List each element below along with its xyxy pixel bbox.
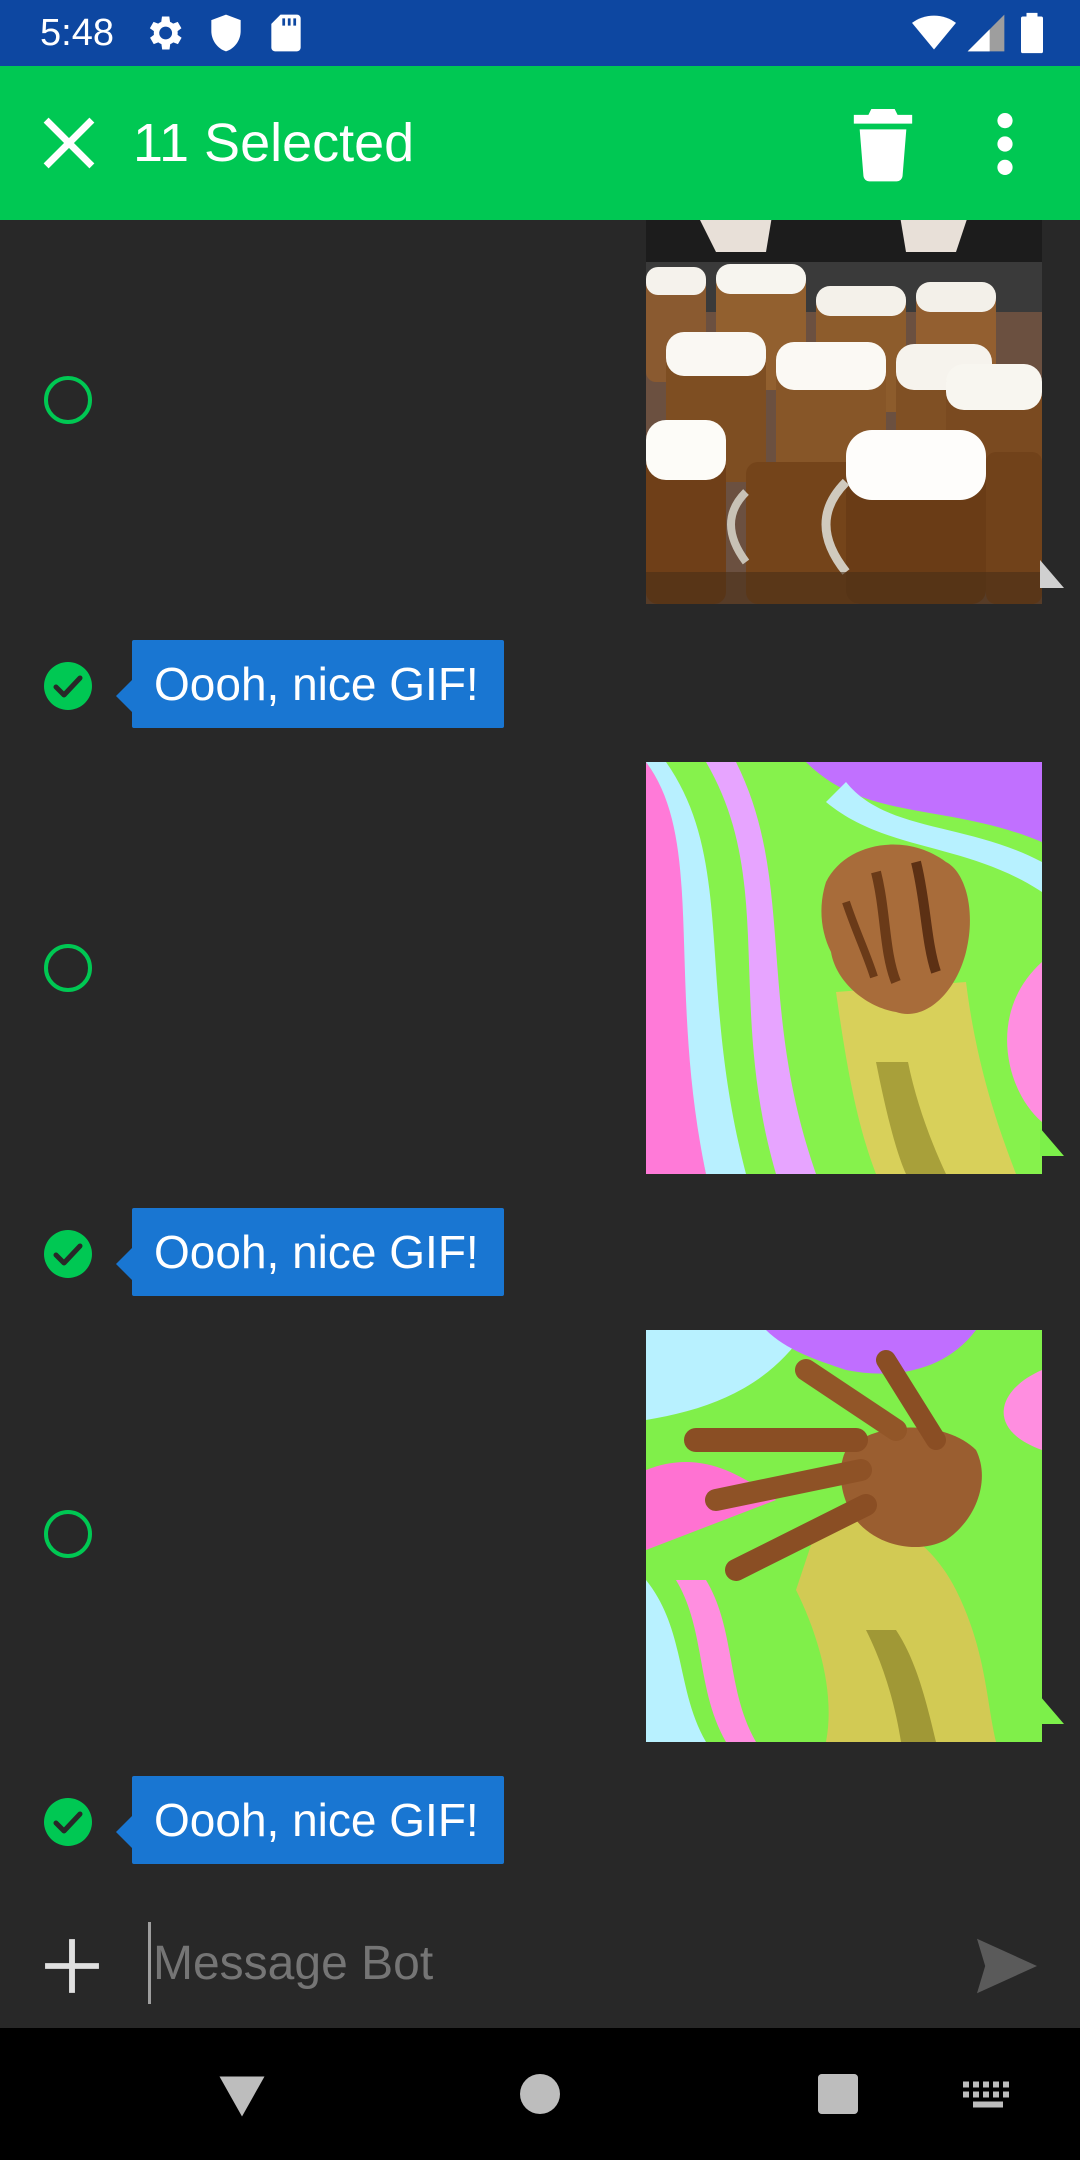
unselected-circle-icon[interactable] <box>42 374 94 426</box>
selected-count-title: 11 Selected <box>133 113 415 173</box>
sd-card-icon <box>271 14 301 52</box>
selected-check-icon[interactable] <box>42 660 94 712</box>
add-icon[interactable] <box>40 1934 104 1998</box>
status-time: 5:48 <box>40 12 114 54</box>
bubble-tail <box>116 678 134 714</box>
psychedelic-wave-gif-image <box>646 1330 1042 1742</box>
selected-check-icon[interactable] <box>42 1228 94 1280</box>
bubble-tail <box>116 1246 134 1282</box>
wifi-icon <box>912 15 956 50</box>
message-list[interactable]: Oooh, nice GIF! Oooh, nice GIF! Oooh, ni… <box>0 220 1080 1900</box>
beer-mugs-gif-image <box>646 220 1042 604</box>
selected-check-icon[interactable] <box>42 1796 94 1848</box>
status-bar: 5:48 <box>0 0 1080 66</box>
gif-tail <box>1040 1696 1064 1724</box>
text-message-bubble[interactable]: Oooh, nice GIF! <box>116 1208 504 1296</box>
recents-icon[interactable] <box>808 2064 868 2124</box>
gif-message[interactable] <box>646 1330 1042 1742</box>
shield-icon <box>211 14 241 52</box>
gif-message[interactable] <box>646 220 1042 604</box>
unselected-circle-icon[interactable] <box>42 1508 94 1560</box>
gif-message[interactable] <box>646 762 1042 1174</box>
settings-icon <box>149 16 182 50</box>
battery-icon <box>1021 12 1043 54</box>
message-text: Oooh, nice GIF! <box>154 1794 479 1846</box>
message-text: Oooh, nice GIF! <box>154 658 479 710</box>
system-nav-bar <box>0 2028 1080 2160</box>
keyboard-icon[interactable] <box>958 2064 1018 2124</box>
back-icon[interactable] <box>212 2064 272 2124</box>
text-message-bubble[interactable]: Oooh, nice GIF! <box>116 640 504 728</box>
psychedelic-hand-gif-image <box>646 762 1042 1174</box>
message-input[interactable] <box>148 1922 955 2004</box>
home-icon[interactable] <box>510 2064 570 2124</box>
text-message-bubble[interactable]: Oooh, nice GIF! <box>116 1776 504 1864</box>
selection-app-bar: 11 Selected <box>0 66 1080 220</box>
send-icon[interactable] <box>974 1936 1040 1996</box>
gif-tail <box>1040 1128 1064 1156</box>
bubble-tail <box>116 1814 134 1850</box>
gif-tail <box>1040 560 1064 588</box>
unselected-circle-icon[interactable] <box>42 942 94 994</box>
cell-signal-icon <box>967 14 1005 52</box>
message-text: Oooh, nice GIF! <box>154 1226 479 1278</box>
message-composer <box>0 1900 1080 2028</box>
close-icon[interactable] <box>34 108 104 178</box>
trash-icon[interactable] <box>848 106 918 182</box>
more-vert-icon[interactable] <box>980 106 1030 182</box>
